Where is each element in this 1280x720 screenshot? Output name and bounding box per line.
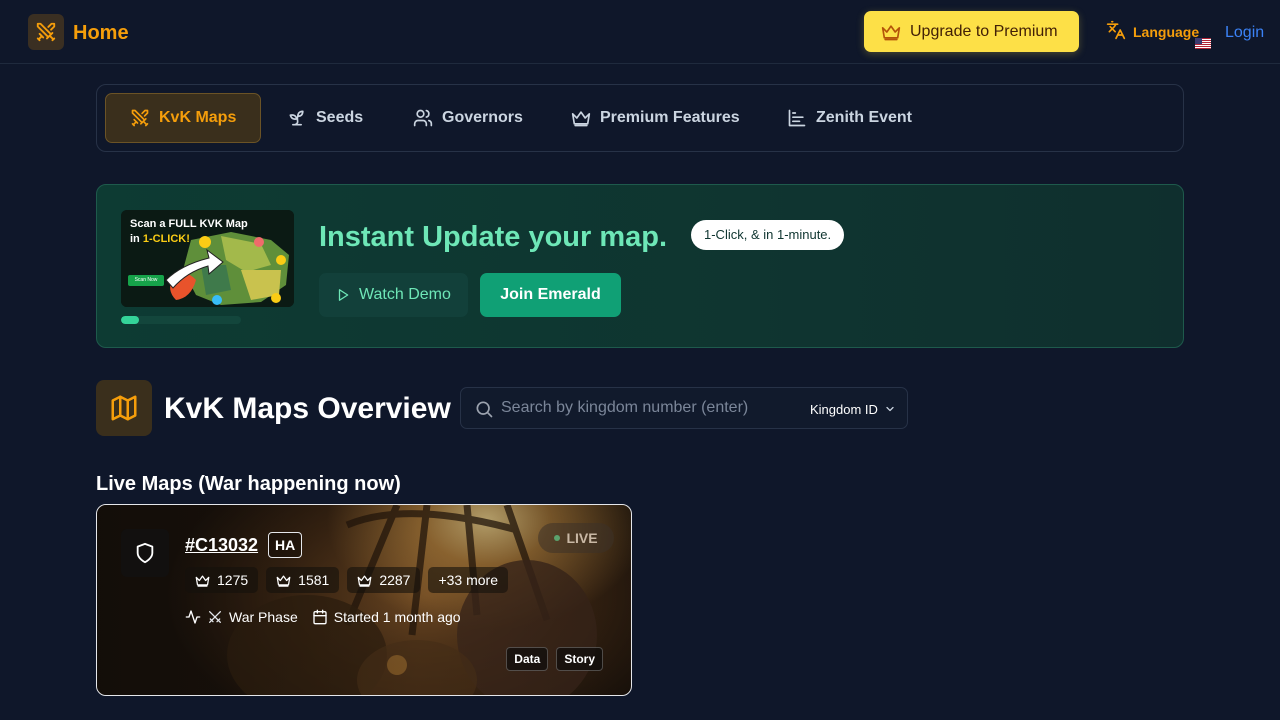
us-flag-icon <box>1195 38 1211 49</box>
home-link[interactable]: Home <box>73 20 129 46</box>
shield-icon <box>134 542 156 564</box>
tab-zenith-event[interactable]: Zenith Event <box>787 93 912 143</box>
war-phase: War Phase <box>185 609 298 625</box>
promo-banner: Scan a FULL KVK Map in 1-CLICK! Scan Now… <box>96 184 1184 348</box>
swords-icon <box>130 108 150 128</box>
video-progress-bar[interactable] <box>121 316 241 324</box>
tab-label: Zenith Event <box>816 109 913 126</box>
tab-label: Seeds <box>316 109 364 126</box>
tab-label: Governors <box>442 109 523 126</box>
bar-chart-icon <box>787 108 807 128</box>
shield-box <box>121 529 169 577</box>
page-title: KvK Maps Overview <box>164 392 451 425</box>
tab-kvk-maps[interactable]: KvK Maps <box>105 93 262 143</box>
thumbnail-button: Scan Now <box>128 275 164 286</box>
search-icon <box>474 399 494 419</box>
live-status-label: LIVE <box>566 530 598 546</box>
card-tags: Data Story <box>506 647 603 671</box>
map-icon-box <box>96 380 152 436</box>
demo-video-thumbnail[interactable]: Scan a FULL KVK Map in 1-CLICK! Scan Now <box>121 210 294 307</box>
watch-demo-label: Watch Demo <box>359 286 451 303</box>
tab-governors[interactable]: Governors <box>413 93 523 143</box>
thumbnail-title: Scan a FULL KVK Map in 1-CLICK! <box>130 218 248 245</box>
tag-data[interactable]: Data <box>506 647 549 671</box>
tab-seeds[interactable]: Seeds <box>287 93 363 143</box>
live-dot-icon <box>554 535 561 541</box>
tab-label: KvK Maps <box>159 109 237 126</box>
crossed-swords-icon <box>207 609 223 625</box>
logo[interactable] <box>28 14 64 50</box>
kingdom-number: 1581 <box>298 572 330 588</box>
kingdom-chips: 1275 1581 2287 +33 more <box>185 567 509 593</box>
language-label: Language <box>1133 24 1200 40</box>
kingdom-chip[interactable]: 1581 <box>266 567 340 593</box>
crown-icon <box>357 573 372 588</box>
activity-icon <box>185 609 201 625</box>
chevron-down-icon <box>884 403 896 415</box>
upgrade-premium-button[interactable]: Upgrade to Premium <box>864 11 1079 52</box>
video-progress-fill <box>121 316 139 324</box>
started-time: Started 1 month ago <box>312 609 461 625</box>
watch-demo-button[interactable]: Watch Demo <box>319 273 468 317</box>
crown-icon <box>195 573 210 588</box>
calendar-icon <box>312 609 328 625</box>
banner-pill: 1-Click, & in 1-minute. <box>691 220 845 250</box>
more-kingdoms-chip[interactable]: +33 more <box>428 567 509 593</box>
live-map-card[interactable]: #C13032 HA LIVE 1275 1581 2287 +33 more … <box>96 504 632 696</box>
kingdom-chip[interactable]: 2287 <box>347 567 421 593</box>
search-bar: Kingdom ID <box>460 387 908 429</box>
crown-icon <box>571 108 591 128</box>
language-selector[interactable]: Language <box>1106 20 1199 48</box>
live-maps-heading: Live Maps (War happening now) <box>96 473 401 495</box>
top-header: Home Upgrade to Premium Language Login <box>0 0 1280 64</box>
translate-icon <box>1106 20 1126 40</box>
search-input[interactable] <box>501 394 801 422</box>
crown-icon <box>276 573 291 588</box>
upgrade-premium-label: Upgrade to Premium <box>910 22 1058 40</box>
swords-icon <box>35 21 57 43</box>
tab-label: Premium Features <box>600 109 740 126</box>
join-emerald-button[interactable]: Join Emerald <box>480 273 621 317</box>
select-value: Kingdom ID <box>810 401 878 417</box>
login-link[interactable]: Login <box>1225 22 1264 44</box>
started-label: Started 1 month ago <box>333 609 461 625</box>
play-icon <box>336 288 350 302</box>
kingdom-number: 2287 <box>379 572 411 588</box>
main-nav: KvK Maps Seeds Governors Premium Feature… <box>96 84 1184 152</box>
tag-story[interactable]: Story <box>556 647 603 671</box>
map-icon <box>109 393 139 423</box>
crown-icon <box>881 22 901 42</box>
kingdom-chip[interactable]: 1275 <box>185 567 259 593</box>
live-status-badge: LIVE <box>538 523 614 553</box>
map-id-link[interactable]: #C13032 <box>185 533 258 557</box>
users-icon <box>413 108 433 128</box>
banner-headline: Instant Update your map. <box>319 221 668 253</box>
kingdom-number: 1275 <box>217 572 249 588</box>
tab-premium-features[interactable]: Premium Features <box>571 93 740 143</box>
ha-badge: HA <box>268 532 303 558</box>
card-meta: War Phase Started 1 month ago <box>185 609 461 625</box>
war-phase-label: War Phase <box>229 609 298 625</box>
sprout-icon <box>287 108 307 128</box>
kingdom-id-select[interactable]: Kingdom ID <box>810 399 896 419</box>
